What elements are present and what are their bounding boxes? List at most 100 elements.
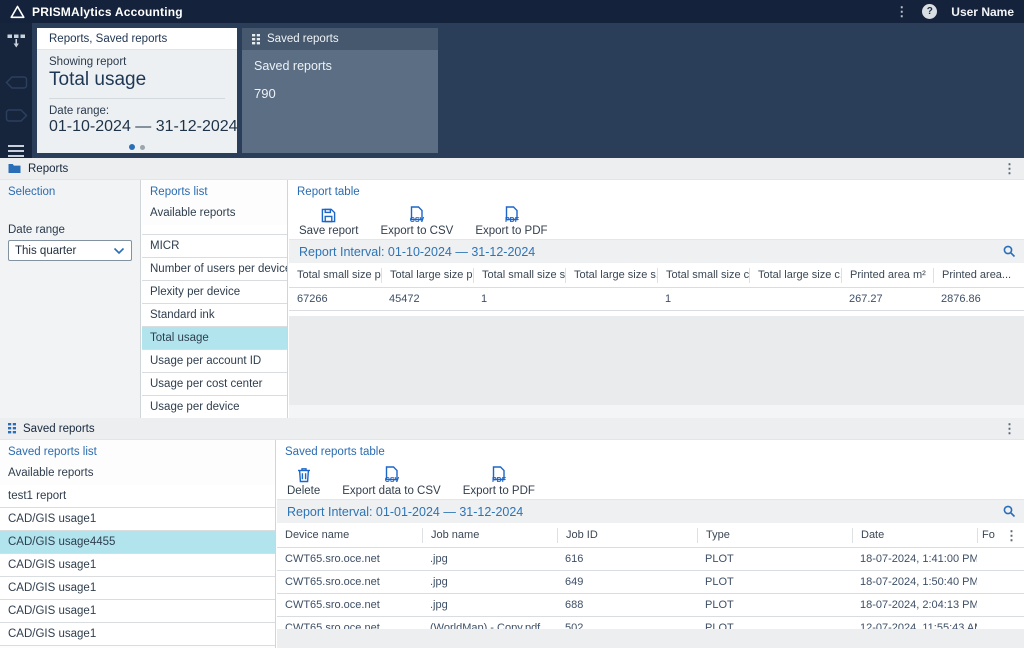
saved-section-kebab-icon[interactable]: ⋮ [1003, 422, 1016, 435]
list-item[interactable]: test1 report [0, 485, 275, 508]
svg-text:PDF: PDF [505, 217, 520, 223]
table-row[interactable]: 67266 45472 1 1 267.27 2876.86 [289, 288, 1024, 311]
list-item[interactable]: Standard ink [142, 304, 287, 327]
chevron-down-icon [113, 247, 125, 255]
saved-table-header: Device name Job name Job ID Type Date Fo… [277, 523, 1024, 548]
report-interval-bar: Report Interval: 01-10-2024 — 31-12-2024 [289, 239, 1024, 263]
export-pdf-button[interactable]: PDF Export to PDF [475, 206, 548, 237]
list-item[interactable]: CAD/GIS usage1 [0, 508, 275, 531]
list-item[interactable]: MICR [142, 235, 287, 258]
list-item[interactable]: Number of users per device [142, 258, 287, 281]
tag-right-icon[interactable] [5, 108, 28, 123]
list-item[interactable]: CAD/GIS usage1 [0, 577, 275, 600]
pdf-icon: PDF [489, 466, 508, 483]
csv-icon: CSV [407, 206, 426, 223]
search-icon[interactable] [1003, 505, 1016, 518]
table-row[interactable]: CWT65.sro.oce.net (WorldMap) - Copy.pdf … [277, 617, 1024, 629]
selection-panel: Selection Date range This quarter [0, 180, 141, 418]
column-header[interactable]: Date [852, 527, 977, 543]
search-icon[interactable] [1003, 245, 1016, 258]
reports-summary-card[interactable]: Reports, Saved reports Showing report To… [37, 28, 238, 153]
workflow-tree-icon[interactable] [7, 34, 26, 49]
panel-footer-strip [277, 629, 1024, 648]
user-name[interactable]: User Name [951, 5, 1014, 19]
report-table-panel: Report table Save report CSV Export to C… [289, 180, 1024, 418]
column-header[interactable]: Total large size c... [749, 267, 841, 283]
tag-left-icon[interactable] [4, 75, 28, 90]
top-app-bar: PRISMAlytics Accounting ⋮ ? User Name [0, 0, 1024, 23]
date-range-select[interactable]: This quarter [8, 240, 132, 261]
save-report-button[interactable]: Save report [299, 206, 358, 237]
list-item[interactable]: CAD/GIS usage1 [0, 554, 275, 577]
list-item[interactable]: Usage per device [142, 396, 287, 418]
date-range-field-label: Date range [8, 224, 65, 236]
column-header[interactable]: Fo [977, 527, 1002, 543]
export-pdf-button[interactable]: PDF Export to PDF [463, 466, 535, 497]
saved-reports-list-panel: Saved reports list Available reports tes… [0, 440, 276, 648]
reports-section: Selection Date range This quarter Report… [0, 180, 1024, 418]
reports-section-kebab-icon[interactable]: ⋮ [1003, 162, 1016, 175]
csv-icon: CSV [382, 466, 401, 483]
svg-text:PDF: PDF [492, 477, 507, 483]
saved-reports-label: Saved reports [254, 59, 332, 73]
table-row[interactable]: CWT65.sro.oce.net .jpg 616 PLOT 18-07-20… [277, 548, 1024, 571]
column-header[interactable]: Total small size c... [657, 267, 749, 283]
date-range-label: Date range: [49, 105, 110, 117]
column-header[interactable]: Job name [422, 527, 557, 543]
help-icon[interactable]: ? [922, 4, 938, 19]
delete-button[interactable]: Delete [287, 466, 320, 497]
reports-list-panel: Reports list Available reports Media pri… [142, 180, 288, 418]
column-header[interactable]: Type [697, 527, 852, 543]
showing-report-label: Showing report [49, 56, 127, 68]
column-header[interactable]: Total large size p... [381, 267, 473, 283]
panel-title: Saved reports table [285, 446, 385, 458]
section-title: Reports [28, 162, 69, 175]
list-item[interactable]: Plexity per device [142, 281, 287, 304]
saved-reports-table-panel: Saved reports table Delete CSV Export da… [277, 440, 1024, 648]
stack-icon [8, 423, 16, 434]
card-header: Saved reports [267, 33, 339, 45]
saved-reports-card[interactable]: Saved reports Saved reports 790 [242, 28, 438, 153]
column-header[interactable]: Device name [277, 528, 422, 543]
column-header[interactable]: Printed area... [933, 267, 1019, 283]
list-item-selected[interactable]: CAD/GIS usage4455 [0, 531, 275, 554]
report-interval-text: Report Interval: 01-10-2024 — 31-12-2024 [299, 244, 536, 259]
list-item[interactable]: CAD/GIS usage1 [0, 623, 275, 646]
menu-icon[interactable] [8, 143, 24, 158]
topbar-kebab-icon[interactable]: ⋮ [895, 5, 908, 18]
list-item[interactable]: Usage per account ID [142, 350, 287, 373]
column-header[interactable]: Printed area m² [841, 267, 933, 283]
list-item[interactable]: Usage per cost center [142, 373, 287, 396]
report-table-header: Total small size p... Total large size p… [289, 263, 1024, 288]
list-item-selected[interactable]: Total usage [142, 327, 287, 350]
export-data-csv-button[interactable]: CSV Export data to CSV [342, 466, 441, 497]
saved-table-toolbar: Delete CSV Export data to CSV PDF Export… [277, 462, 1024, 499]
panel-footer-strip [289, 405, 1024, 418]
table-row[interactable]: CWT65.sro.oce.net .jpg 688 PLOT 18-07-20… [277, 594, 1024, 617]
columns-kebab-icon[interactable]: ⋮ [1019, 269, 1024, 282]
report-table-toolbar: Save report CSV Export to CSV PDF Export… [289, 202, 1024, 239]
list-item[interactable]: CAD/GIS usage1 [0, 600, 275, 623]
column-header[interactable]: Total large size s... [565, 267, 657, 283]
column-header[interactable]: Job ID [557, 527, 697, 543]
trash-icon [297, 466, 311, 483]
report-interval-text: Report Interval: 01-01-2024 — 31-12-2024 [287, 504, 524, 519]
saved-reports-section: Saved reports list Available reports tes… [0, 440, 1024, 648]
save-icon [321, 206, 336, 223]
export-csv-button[interactable]: CSV Export to CSV [380, 206, 453, 237]
stack-icon [252, 33, 260, 45]
folder-icon [8, 163, 21, 174]
list-item[interactable]: Media print mode [142, 225, 287, 235]
pagination-dot-active[interactable] [129, 144, 135, 150]
app-title: PRISMAlytics Accounting [32, 4, 183, 19]
panel-title: Reports list [150, 186, 208, 198]
empty-area [289, 316, 1024, 405]
saved-interval-bar: Report Interval: 01-01-2024 — 31-12-2024 [277, 499, 1024, 523]
table-row[interactable]: CWT65.sro.oce.net .jpg 649 PLOT 18-07-20… [277, 571, 1024, 594]
column-header[interactable]: Total small size s... [473, 267, 565, 283]
column-header[interactable]: Total small size p... [289, 268, 381, 283]
divider [49, 98, 225, 99]
date-range-value: 01-10-2024 — 31-12-2024 [49, 118, 238, 135]
columns-kebab-icon[interactable]: ⋮ [1005, 529, 1024, 542]
pagination-dot[interactable] [140, 145, 145, 150]
